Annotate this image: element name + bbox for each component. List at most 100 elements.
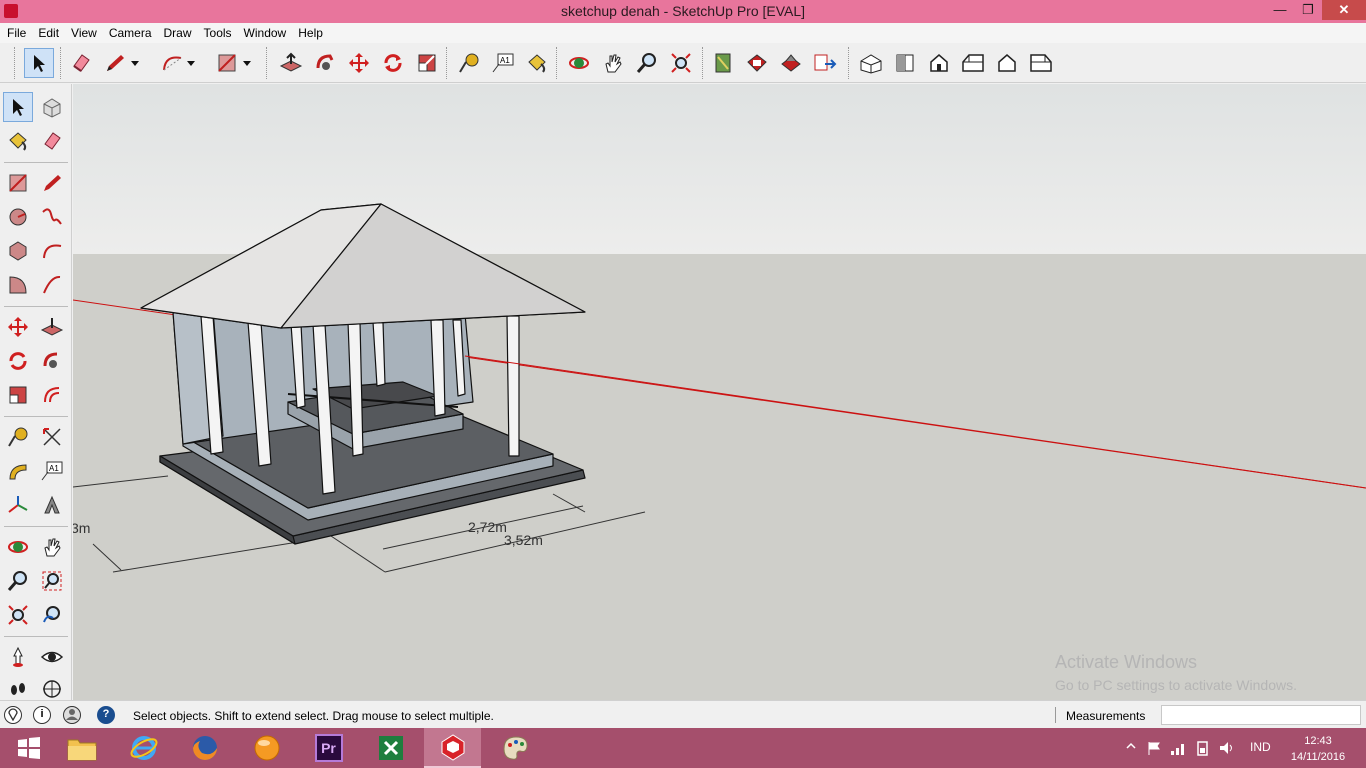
clock-date: 14/11/2016	[1290, 751, 1346, 763]
left-view-button[interactable]	[1026, 48, 1056, 78]
sky	[73, 84, 1366, 254]
instructor-help-icon[interactable]: ?	[97, 706, 115, 724]
tray-clock[interactable]: 12:43 14/11/2016	[1288, 733, 1348, 765]
palette-orbit-button[interactable]	[3, 532, 33, 562]
zoom-extents-tool-button[interactable]	[666, 48, 696, 78]
move-tool-button[interactable]	[344, 48, 374, 78]
follow-me-icon	[316, 54, 334, 70]
menu-edit[interactable]: Edit	[31, 23, 64, 40]
tray-battery-icon[interactable]	[1194, 740, 1212, 759]
text-tool-button[interactable]: A1	[488, 48, 518, 78]
measurements-input[interactable]	[1161, 705, 1361, 725]
maximize-button[interactable]: ❐	[1294, 0, 1322, 20]
pencil-dropdown[interactable]	[128, 48, 142, 78]
palette-follow-me-button[interactable]	[37, 346, 67, 376]
close-button[interactable]: ✕	[1322, 0, 1366, 20]
orbit-tool-button[interactable]	[564, 48, 594, 78]
palette-scale-button[interactable]	[3, 380, 33, 410]
menu-window[interactable]: Window	[237, 23, 292, 40]
palette-look-around-button[interactable]	[37, 642, 67, 672]
right-view-button[interactable]	[958, 48, 988, 78]
paint-bucket-tool-button[interactable]	[522, 48, 552, 78]
palette-zoom-extents-button[interactable]	[3, 600, 33, 630]
eraser-tool-button[interactable]	[66, 48, 96, 78]
push-pull-tool-button[interactable]	[276, 48, 306, 78]
menu-camera[interactable]: Camera	[102, 23, 157, 40]
select-tool-button[interactable]	[24, 48, 54, 78]
palette-polygon-button[interactable]	[3, 236, 33, 266]
palette-select-button[interactable]	[3, 92, 33, 122]
taskbar-file-explorer[interactable]	[53, 728, 110, 768]
taskbar-premiere-pro[interactable]: Pr	[300, 728, 357, 768]
palette-axes-button[interactable]	[3, 490, 33, 520]
tape-measure-tool-button[interactable]	[454, 48, 484, 78]
front-view-button[interactable]	[924, 48, 954, 78]
palette-pan-button[interactable]	[37, 532, 67, 562]
components-button[interactable]	[708, 48, 738, 78]
palette-zoom-button[interactable]	[3, 566, 33, 596]
model-viewport[interactable]: 3m 2,72m 3,52m	[73, 84, 1366, 700]
follow-me-tool-button[interactable]	[310, 48, 340, 78]
minimize-button[interactable]: —	[1266, 0, 1294, 20]
pan-tool-button[interactable]	[598, 48, 628, 78]
send-to-layout-button[interactable]	[810, 48, 840, 78]
palette-push-pull-button[interactable]	[37, 312, 67, 342]
palette-dimension-button[interactable]	[37, 422, 67, 452]
tray-volume-icon[interactable]	[1218, 740, 1236, 759]
top-view-button[interactable]	[890, 48, 920, 78]
rotate-tool-button[interactable]	[378, 48, 408, 78]
palette-arc-button[interactable]	[37, 236, 67, 266]
menu-file[interactable]: File	[0, 23, 31, 40]
palette-text-button[interactable]: A1	[37, 456, 67, 486]
taskbar-orange-app[interactable]	[238, 728, 295, 768]
share-model-button[interactable]	[776, 48, 806, 78]
menu-help[interactable]: Help	[291, 23, 328, 40]
palette-3point-arc-button[interactable]	[37, 270, 67, 300]
tray-language[interactable]: IND	[1250, 740, 1271, 754]
taskbar-paint[interactable]	[486, 728, 543, 768]
palette-paint-bucket-button[interactable]	[3, 126, 33, 156]
palette-freehand-button[interactable]	[37, 202, 67, 232]
back-view-button[interactable]	[992, 48, 1022, 78]
palette-circle-button[interactable]	[3, 202, 33, 232]
palette-rotate-button[interactable]	[3, 346, 33, 376]
warehouse-button[interactable]	[742, 48, 772, 78]
iso-view-button[interactable]	[856, 48, 886, 78]
zoom-tool-button[interactable]	[632, 48, 662, 78]
palette-rectangle-button[interactable]	[3, 168, 33, 198]
palette-move-button[interactable]	[3, 312, 33, 342]
menu-tools[interactable]: Tools	[197, 23, 237, 40]
palette-tape-measure-button[interactable]	[3, 422, 33, 452]
menu-view[interactable]: View	[64, 23, 102, 40]
credits-info-icon[interactable]: i	[33, 706, 51, 724]
pencil-tool-button[interactable]	[100, 48, 130, 78]
arc-dropdown[interactable]	[184, 48, 198, 78]
taskbar-excel[interactable]	[362, 728, 419, 768]
menu-draw[interactable]: Draw	[157, 23, 197, 40]
taskbar-sketchup[interactable]	[424, 728, 481, 768]
components-icon	[715, 53, 731, 73]
taskbar-internet-explorer[interactable]	[115, 728, 172, 768]
palette-3d-text-button[interactable]	[37, 490, 67, 520]
tray-show-hidden-icon[interactable]	[1126, 740, 1136, 754]
palette-previous-view-button[interactable]	[37, 600, 67, 630]
palette-offset-button[interactable]	[37, 380, 67, 410]
geolocation-icon[interactable]	[4, 706, 22, 724]
viewport-canvas[interactable]: 3m 2,72m 3,52m	[73, 84, 1366, 700]
palette-make-component-button[interactable]	[37, 92, 67, 122]
axes-icon	[8, 496, 28, 513]
palette-position-camera-button[interactable]	[3, 642, 33, 672]
start-button[interactable]	[0, 728, 57, 768]
tray-network-icon[interactable]	[1170, 740, 1188, 759]
palette-eraser-button[interactable]	[37, 126, 67, 156]
rectangle-dropdown[interactable]	[240, 48, 254, 78]
tray-flag-icon[interactable]	[1146, 740, 1162, 759]
user-account-icon[interactable]	[63, 706, 81, 724]
palette-protractor-button[interactable]	[3, 456, 33, 486]
taskbar-firefox[interactable]	[176, 728, 233, 768]
palette-pie-button[interactable]	[3, 270, 33, 300]
palette-line-button[interactable]	[37, 168, 67, 198]
palette-zoom-window-button[interactable]	[37, 566, 67, 596]
scale-tool-button[interactable]	[412, 48, 442, 78]
rectangle-tool-button[interactable]	[212, 48, 242, 78]
